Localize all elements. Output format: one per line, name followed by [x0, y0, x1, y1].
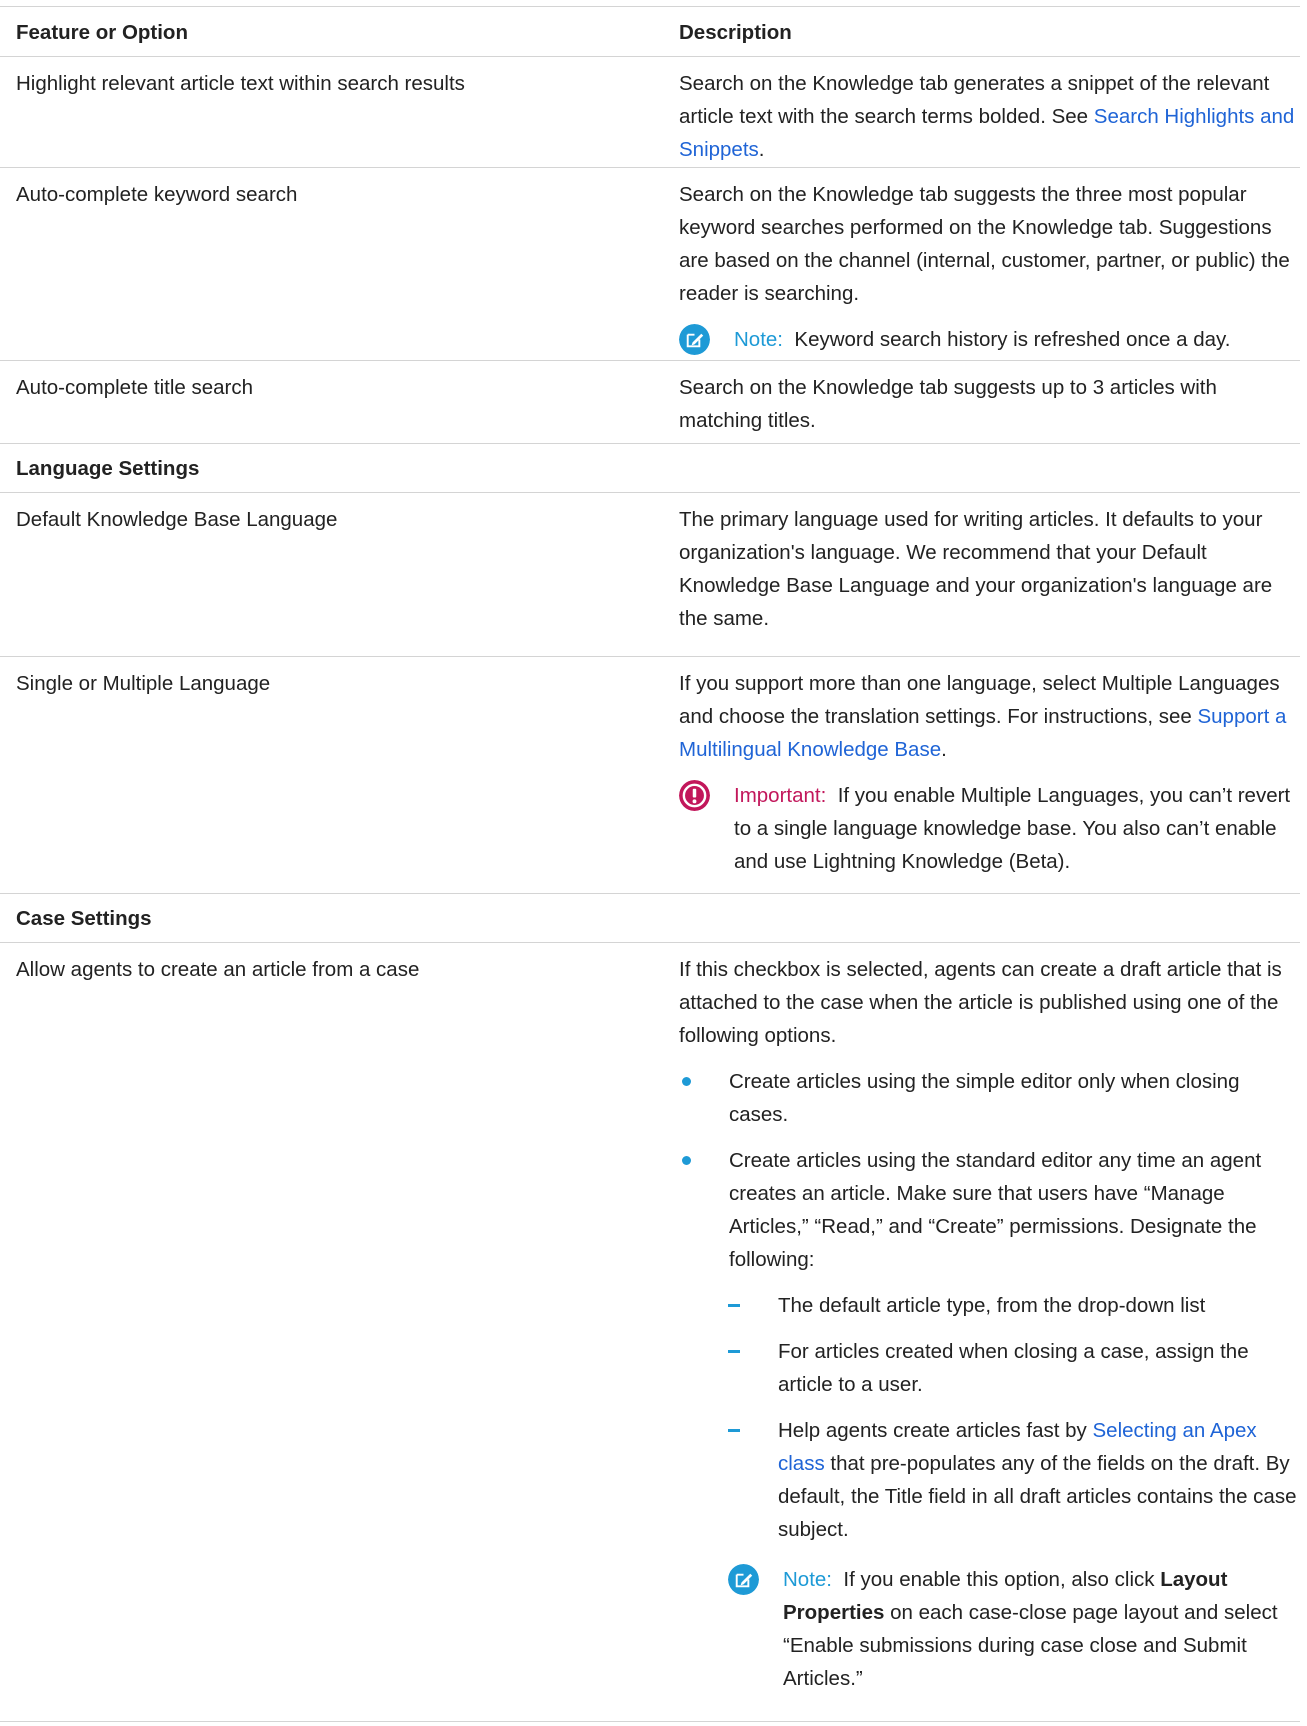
bullet-dash	[728, 1350, 740, 1353]
feature-description: Search on the Knowledge tab suggests up …	[679, 376, 1217, 432]
feature-name: Auto-complete title search	[16, 376, 254, 399]
table-row-autocomplete-title: Auto-complete title search Search on the…	[0, 361, 1300, 444]
table-row-single-multiple: Single or Multiple Language If you suppo…	[0, 657, 1300, 894]
section-title: Case Settings	[16, 907, 152, 930]
bullet-dot	[682, 1077, 691, 1086]
important-label: Important:	[734, 784, 827, 807]
section-row-case: Case Settings	[0, 894, 1300, 943]
feature-name: Auto-complete keyword search	[16, 183, 298, 206]
sub-list-item: Help agents create articles fast by Sele…	[728, 1414, 1299, 1546]
feature-name: Highlight relevant article text within s…	[16, 72, 465, 95]
table-row-allow-agents: Allow agents to create an article from a…	[0, 943, 1300, 1721]
feature-name: Allow agents to create an article from a…	[16, 958, 420, 981]
sub-list-item: The default article type, from the drop-…	[728, 1289, 1299, 1322]
section-row-language: Language Settings	[0, 444, 1300, 493]
sub-list-item: For articles created when closing a case…	[728, 1335, 1299, 1401]
feature-name: Default Knowledge Base Language	[16, 508, 338, 531]
bullet-dash	[728, 1429, 740, 1432]
note-callout: Note: Keyword search history is refreshe…	[679, 323, 1299, 356]
note-label: Note:	[783, 1568, 832, 1591]
section-title: Language Settings	[16, 457, 200, 480]
settings-table: Feature or Option Description Highlight …	[0, 6, 1300, 1722]
bullet-dot	[682, 1156, 691, 1165]
list-item: Create articles using the standard edito…	[679, 1144, 1299, 1276]
feature-name: Single or Multiple Language	[16, 672, 271, 695]
feature-description: The primary language used for writing ar…	[679, 508, 1273, 630]
note-label: Note:	[734, 328, 783, 351]
header-feature: Feature or Option	[16, 21, 188, 44]
table-row-highlight: Highlight relevant article text within s…	[0, 57, 1300, 168]
note-callout: Note: If you enable this option, also cl…	[728, 1563, 1299, 1695]
feature-description: If you support more than one language, s…	[679, 667, 1299, 878]
important-callout: Important: If you enable Multiple Langua…	[679, 779, 1299, 878]
feature-description: Search on the Knowledge tab suggests the…	[679, 178, 1299, 356]
exclamation-icon	[679, 780, 710, 811]
list-item: Create articles using the simple editor …	[679, 1065, 1299, 1131]
feature-description: If this checkbox is selected, agents can…	[679, 953, 1299, 1695]
feature-description: Search on the Knowledge tab generates a …	[679, 72, 1295, 161]
bullet-dash	[728, 1304, 740, 1307]
header-description: Description	[679, 21, 792, 44]
note-pencil-icon	[679, 324, 710, 355]
note-pencil-icon	[728, 1564, 759, 1595]
table-row-default-language: Default Knowledge Base Language The prim…	[0, 493, 1300, 657]
note-text: Keyword search history is refreshed once…	[794, 328, 1231, 351]
table-header-row: Feature or Option Description	[0, 7, 1300, 57]
table-row-autocomplete-keyword: Auto-complete keyword search Search on t…	[0, 168, 1300, 361]
